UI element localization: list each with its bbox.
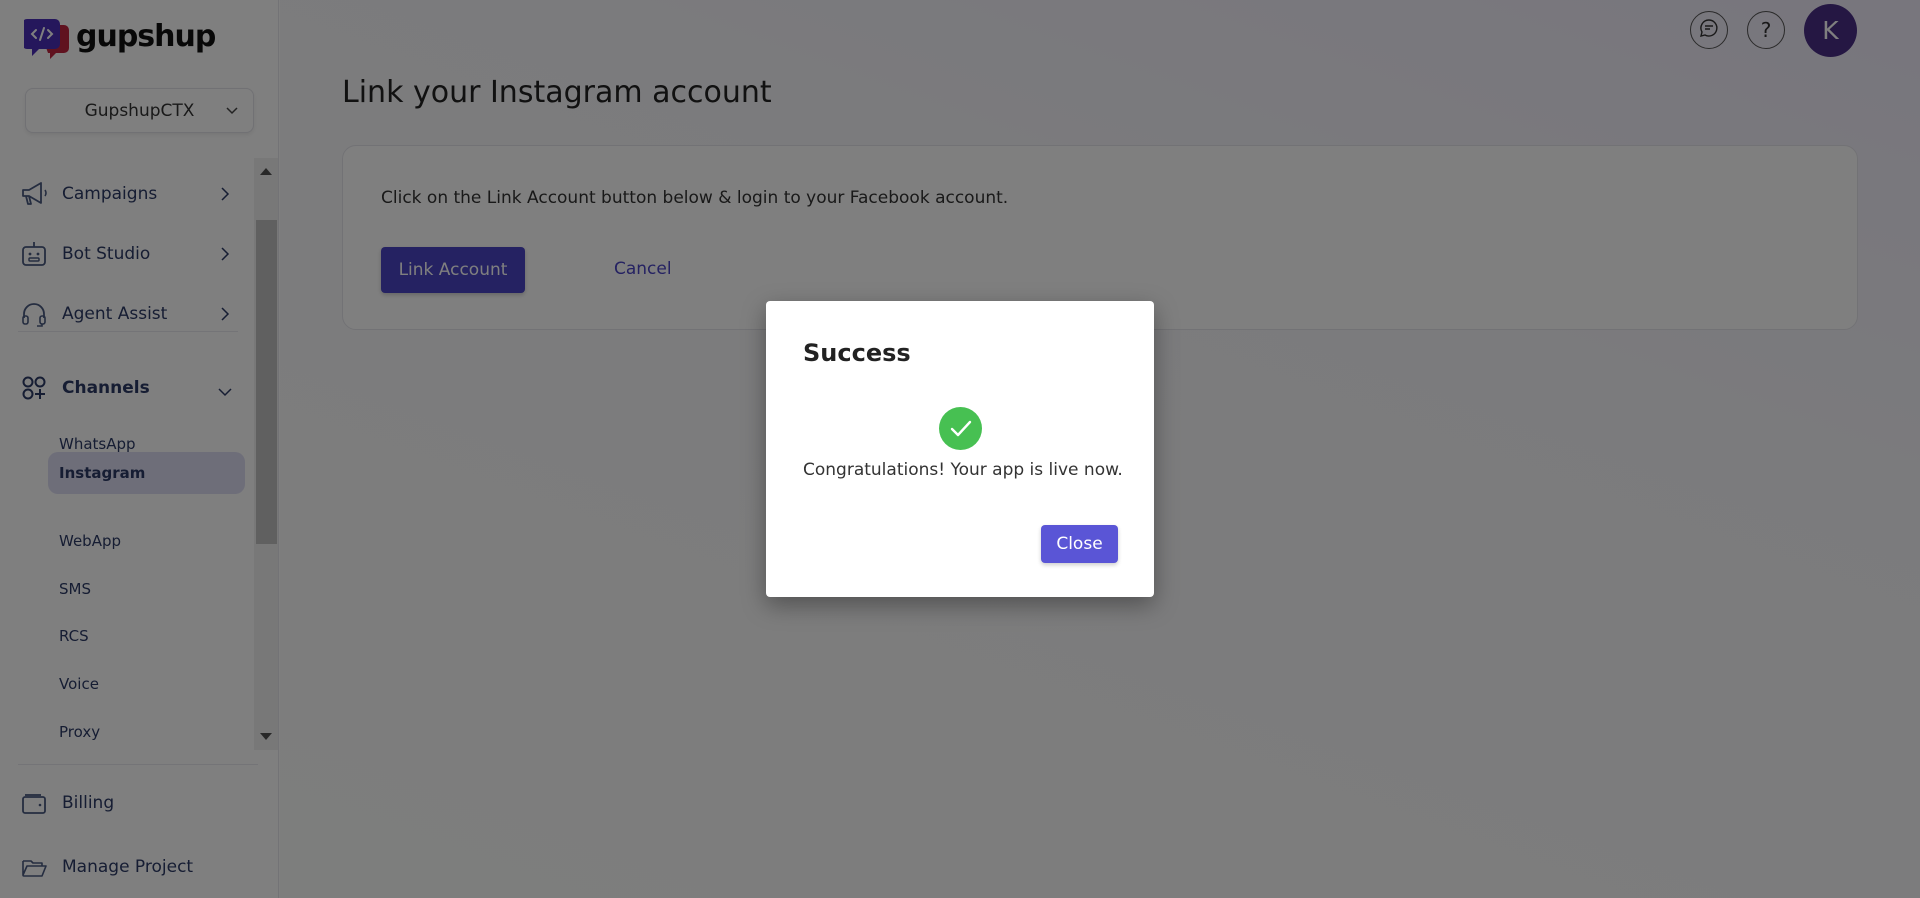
success-modal: Success Congratulations! Your app is liv…	[766, 301, 1154, 597]
app-root: gupshup GupshupCTX Campaigns	[0, 0, 1920, 898]
modal-title: Success	[803, 339, 911, 367]
close-button[interactable]: Close	[1041, 525, 1118, 563]
modal-message: Congratulations! Your app is live now.	[803, 460, 1123, 480]
check-circle-icon	[939, 407, 982, 450]
